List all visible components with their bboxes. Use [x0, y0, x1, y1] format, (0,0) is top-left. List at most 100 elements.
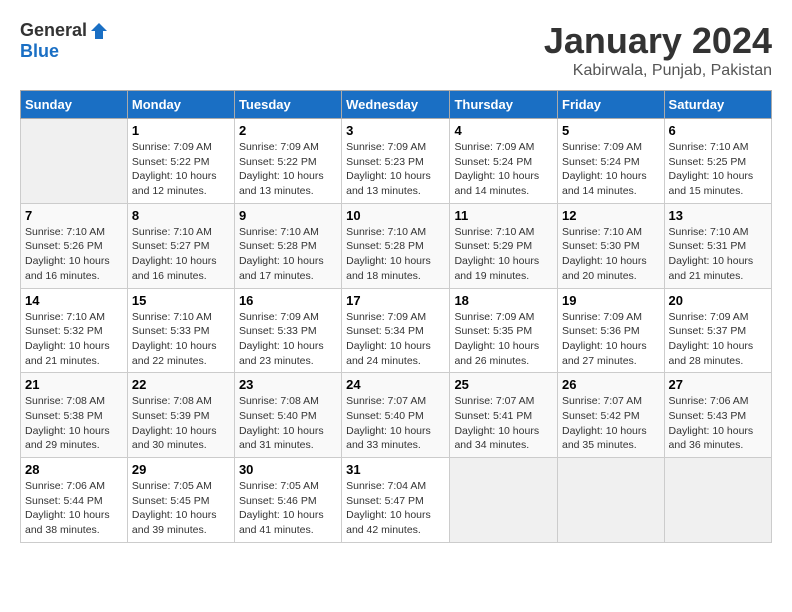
day-number: 16 — [239, 293, 337, 308]
day-number: 18 — [454, 293, 553, 308]
day-info: Sunrise: 7:05 AMSunset: 5:46 PMDaylight:… — [239, 479, 337, 538]
day-number: 3 — [346, 123, 445, 138]
day-info: Sunrise: 7:09 AMSunset: 5:23 PMDaylight:… — [346, 140, 445, 199]
day-cell: 23 Sunrise: 7:08 AMSunset: 5:40 PMDayligh… — [234, 373, 341, 458]
day-cell: 22 Sunrise: 7:08 AMSunset: 5:39 PMDayligh… — [127, 373, 234, 458]
day-number: 15 — [132, 293, 230, 308]
week-row-2: 7Sunrise: 7:10 AMSunset: 5:26 PMDaylight… — [21, 203, 772, 288]
day-cell: 13Sunrise: 7:10 AMSunset: 5:31 PMDayligh… — [664, 203, 771, 288]
day-number: 21 — [25, 377, 123, 392]
day-cell: 27Sunrise: 7:06 AMSunset: 5:43 PMDayligh… — [664, 373, 771, 458]
title-section: January 2024 Kabirwala, Punjab, Pakistan — [544, 20, 772, 80]
day-info: Sunrise: 7:04 AMSunset: 5:47 PMDaylight:… — [346, 479, 445, 538]
day-number: 19 — [562, 293, 660, 308]
day-cell: 18 Sunrise: 7:09 AMSunset: 5:35 PMDayligh… — [450, 288, 558, 373]
day-info: Sunrise: 7:08 AMSunset: 5:40 PMDaylight:… — [239, 394, 337, 453]
day-cell: 16 Sunrise: 7:09 AMSunset: 5:33 PMDayligh… — [234, 288, 341, 373]
day-info: Sunrise: 7:09 AMSunset: 5:33 PMDaylight:… — [239, 310, 337, 369]
day-number: 23 — [239, 377, 337, 392]
day-info: Sunrise: 7:07 AMSunset: 5:41 PMDaylight:… — [454, 394, 553, 453]
day-cell: 30 Sunrise: 7:05 AMSunset: 5:46 PMDayligh… — [234, 458, 341, 543]
day-cell: 4 Sunrise: 7:09 AMSunset: 5:24 PMDaylight… — [450, 119, 558, 204]
day-number: 30 — [239, 462, 337, 477]
day-number: 10 — [346, 208, 445, 223]
day-info: Sunrise: 7:10 AMSunset: 5:27 PMDaylight:… — [132, 225, 230, 284]
day-cell: 28 Sunrise: 7:06 AMSunset: 5:44 PMDayligh… — [21, 458, 128, 543]
day-cell: 9 Sunrise: 7:10 AMSunset: 5:28 PMDaylight… — [234, 203, 341, 288]
day-info: Sunrise: 7:06 AMSunset: 5:44 PMDaylight:… — [25, 479, 123, 538]
day-cell: 14 Sunrise: 7:10 AMSunset: 5:32 PMDayligh… — [21, 288, 128, 373]
day-cell: 25 Sunrise: 7:07 AMSunset: 5:41 PMDayligh… — [450, 373, 558, 458]
header-day-wednesday: Wednesday — [342, 91, 450, 119]
month-title: January 2024 — [544, 20, 772, 62]
day-info: Sunrise: 7:10 AMSunset: 5:30 PMDaylight:… — [562, 225, 660, 284]
day-cell — [664, 458, 771, 543]
day-info: Sunrise: 7:07 AMSunset: 5:40 PMDaylight:… — [346, 394, 445, 453]
day-cell: 17Sunrise: 7:09 AMSunset: 5:34 PMDayligh… — [342, 288, 450, 373]
day-cell: 29 Sunrise: 7:05 AMSunset: 5:45 PMDayligh… — [127, 458, 234, 543]
day-number: 22 — [132, 377, 230, 392]
day-cell: 31 Sunrise: 7:04 AMSunset: 5:47 PMDayligh… — [342, 458, 450, 543]
day-number: 12 — [562, 208, 660, 223]
header-day-thursday: Thursday — [450, 91, 558, 119]
day-info: Sunrise: 7:09 AMSunset: 5:36 PMDaylight:… — [562, 310, 660, 369]
header: General Blue January 2024 Kabirwala, Pun… — [20, 20, 772, 80]
day-cell: 24Sunrise: 7:07 AMSunset: 5:40 PMDayligh… — [342, 373, 450, 458]
day-cell: 21Sunrise: 7:08 AMSunset: 5:38 PMDayligh… — [21, 373, 128, 458]
logo-blue-text: Blue — [20, 41, 59, 62]
day-number: 1 — [132, 123, 230, 138]
day-number: 31 — [346, 462, 445, 477]
week-row-1: 1 Sunrise: 7:09 AMSunset: 5:22 PMDaylight… — [21, 119, 772, 204]
day-number: 9 — [239, 208, 337, 223]
day-info: Sunrise: 7:10 AMSunset: 5:32 PMDaylight:… — [25, 310, 123, 369]
day-info: Sunrise: 7:07 AMSunset: 5:42 PMDaylight:… — [562, 394, 660, 453]
day-info: Sunrise: 7:09 AMSunset: 5:24 PMDaylight:… — [454, 140, 553, 199]
day-cell — [558, 458, 665, 543]
day-info: Sunrise: 7:10 AMSunset: 5:25 PMDaylight:… — [669, 140, 767, 199]
day-cell: 15 Sunrise: 7:10 AMSunset: 5:33 PMDayligh… — [127, 288, 234, 373]
header-day-tuesday: Tuesday — [234, 91, 341, 119]
day-number: 7 — [25, 208, 123, 223]
day-info: Sunrise: 7:08 AMSunset: 5:39 PMDaylight:… — [132, 394, 230, 453]
day-info: Sunrise: 7:10 AMSunset: 5:33 PMDaylight:… — [132, 310, 230, 369]
location: Kabirwala, Punjab, Pakistan — [544, 62, 772, 80]
day-info: Sunrise: 7:09 AMSunset: 5:22 PMDaylight:… — [132, 140, 230, 199]
day-cell: 10 Sunrise: 7:10 AMSunset: 5:28 PMDayligh… — [342, 203, 450, 288]
day-number: 14 — [25, 293, 123, 308]
day-cell: 3 Sunrise: 7:09 AMSunset: 5:23 PMDaylight… — [342, 119, 450, 204]
day-cell: 7Sunrise: 7:10 AMSunset: 5:26 PMDaylight… — [21, 203, 128, 288]
day-cell: 12 Sunrise: 7:10 AMSunset: 5:30 PMDayligh… — [558, 203, 665, 288]
day-info: Sunrise: 7:09 AMSunset: 5:24 PMDaylight:… — [562, 140, 660, 199]
day-info: Sunrise: 7:10 AMSunset: 5:29 PMDaylight:… — [454, 225, 553, 284]
day-cell: 19 Sunrise: 7:09 AMSunset: 5:36 PMDayligh… — [558, 288, 665, 373]
day-number: 4 — [454, 123, 553, 138]
header-day-saturday: Saturday — [664, 91, 771, 119]
day-info: Sunrise: 7:09 AMSunset: 5:35 PMDaylight:… — [454, 310, 553, 369]
calendar-table: SundayMondayTuesdayWednesdayThursdayFrid… — [20, 90, 772, 543]
day-cell: 5 Sunrise: 7:09 AMSunset: 5:24 PMDaylight… — [558, 119, 665, 204]
day-number: 29 — [132, 462, 230, 477]
week-row-3: 14 Sunrise: 7:10 AMSunset: 5:32 PMDayligh… — [21, 288, 772, 373]
week-row-5: 28 Sunrise: 7:06 AMSunset: 5:44 PMDayligh… — [21, 458, 772, 543]
day-info: Sunrise: 7:10 AMSunset: 5:28 PMDaylight:… — [239, 225, 337, 284]
day-number: 26 — [562, 377, 660, 392]
day-number: 5 — [562, 123, 660, 138]
day-number: 28 — [25, 462, 123, 477]
day-number: 20 — [669, 293, 767, 308]
logo-icon — [89, 21, 109, 41]
header-day-monday: Monday — [127, 91, 234, 119]
day-number: 8 — [132, 208, 230, 223]
day-number: 13 — [669, 208, 767, 223]
header-day-friday: Friday — [558, 91, 665, 119]
day-number: 17 — [346, 293, 445, 308]
day-info: Sunrise: 7:10 AMSunset: 5:28 PMDaylight:… — [346, 225, 445, 284]
day-cell: 2Sunrise: 7:09 AMSunset: 5:22 PMDaylight… — [234, 119, 341, 204]
day-number: 11 — [454, 208, 553, 223]
day-number: 27 — [669, 377, 767, 392]
day-cell: 6 Sunrise: 7:10 AMSunset: 5:25 PMDaylight… — [664, 119, 771, 204]
logo: General Blue — [20, 20, 109, 62]
day-info: Sunrise: 7:05 AMSunset: 5:45 PMDaylight:… — [132, 479, 230, 538]
day-number: 25 — [454, 377, 553, 392]
day-number: 6 — [669, 123, 767, 138]
day-cell — [21, 119, 128, 204]
